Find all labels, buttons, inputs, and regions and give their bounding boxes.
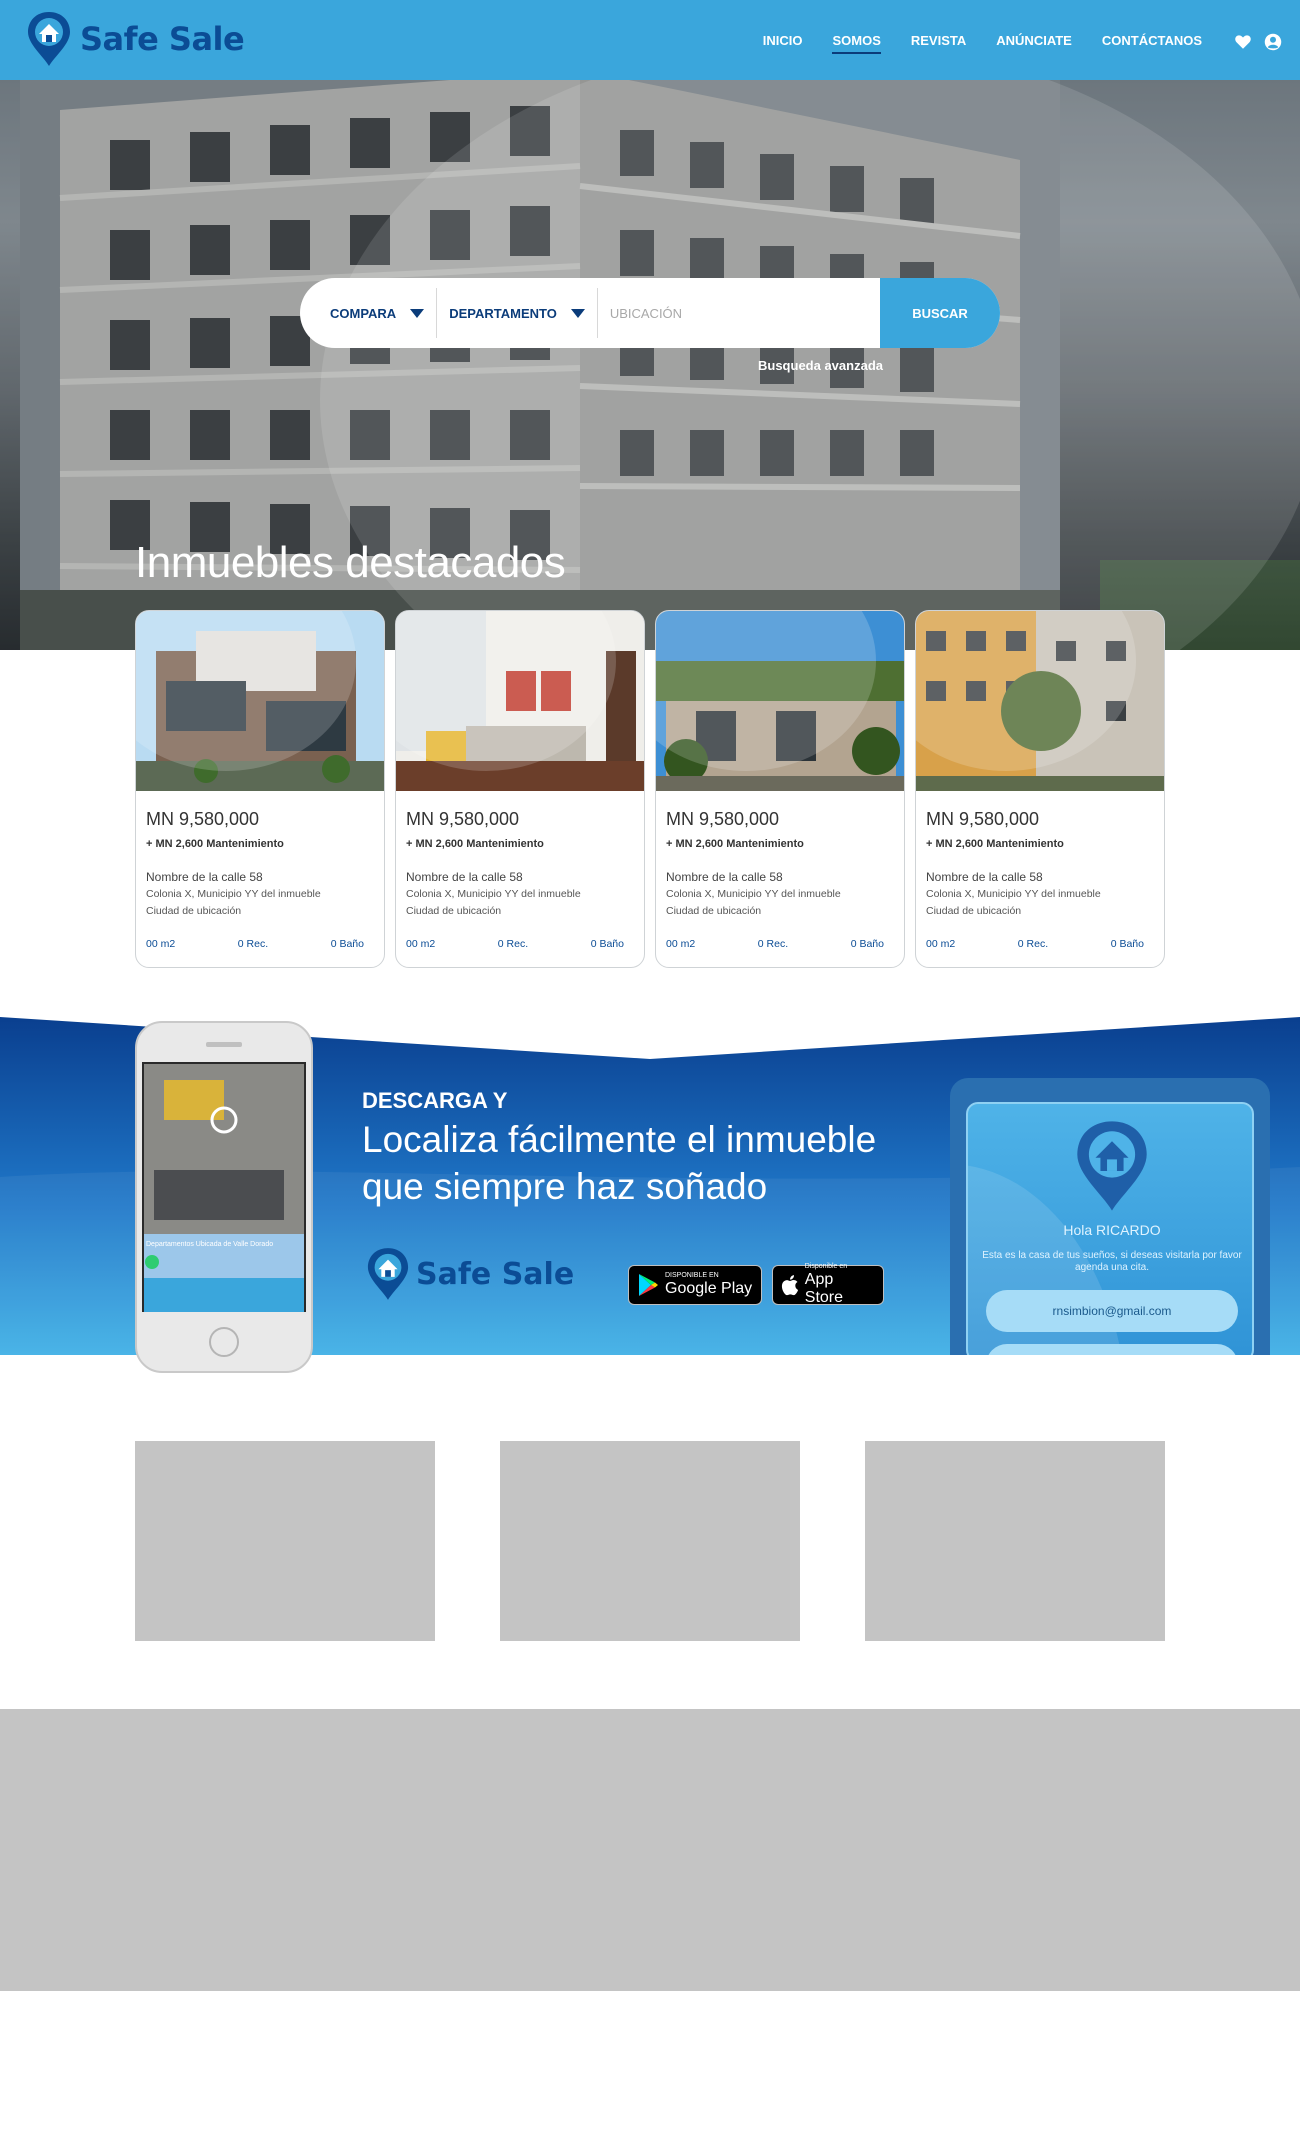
property-area: 00 m2 bbox=[666, 938, 696, 950]
property-baths: 0 Baño bbox=[850, 938, 884, 950]
phone-mockup: Departamentos Ubicada de Valle Dorado bbox=[135, 1021, 313, 1373]
content-placeholder bbox=[135, 1441, 435, 1641]
chevron-down-icon bbox=[570, 308, 585, 318]
content-placeholder bbox=[865, 1441, 1165, 1641]
property-photo bbox=[396, 611, 644, 791]
tablet-greeting: Hola RICARDO bbox=[1063, 1222, 1161, 1238]
brand-name: Safe Sale bbox=[80, 20, 245, 58]
property-area: 00 m2 bbox=[406, 938, 436, 950]
property-baths: 0 Baño bbox=[590, 938, 624, 950]
user-icon[interactable] bbox=[1264, 33, 1282, 51]
advanced-search-link[interactable]: Busqueda avanzada bbox=[758, 358, 883, 373]
search-button[interactable]: BUSCAR bbox=[880, 278, 1000, 348]
property-photo bbox=[656, 611, 904, 791]
tablet-second-field[interactable] bbox=[986, 1344, 1238, 1355]
nav-item-contactanos[interactable]: CONTÁCTANOS bbox=[1102, 33, 1202, 54]
property-card[interactable]: MN 9,580,000 + MN 2,600 Mantenimiento No… bbox=[915, 610, 1165, 968]
apple-icon bbox=[781, 1275, 799, 1296]
app-logo-text: Safe Sale bbox=[416, 1256, 575, 1292]
property-price: MN 9,580,000 bbox=[406, 809, 520, 829]
property-price: MN 9,580,000 bbox=[666, 809, 780, 829]
nav-item-anunciate[interactable]: ANÚNCIATE bbox=[996, 33, 1072, 54]
operation-select[interactable]: COMPARA bbox=[300, 288, 438, 338]
property-colonia: Colonia X, Municipio YY del inmueble bbox=[406, 888, 581, 900]
property-features: 00 m2 0 Rec. 0 Baño bbox=[666, 938, 894, 950]
property-street: Nombre de la calle 58 bbox=[926, 870, 1043, 884]
property-street: Nombre de la calle 58 bbox=[406, 870, 523, 884]
nav-item-inicio[interactable]: INICIO bbox=[763, 33, 803, 54]
property-city: Ciudad de ubicación bbox=[406, 905, 502, 917]
property-card[interactable]: MN 9,580,000 + MN 2,600 Mantenimiento No… bbox=[395, 610, 645, 968]
app-logo: Safe Sale bbox=[366, 1245, 574, 1303]
chevron-down-icon bbox=[410, 308, 425, 318]
property-maintenance: + MN 2,600 Mantenimiento bbox=[666, 838, 804, 850]
heart-icon[interactable] bbox=[1234, 33, 1252, 51]
google-play-small-label: DISPONIBLE EN bbox=[665, 1272, 719, 1279]
property-baths: 0 Baño bbox=[1110, 938, 1144, 950]
property-city: Ciudad de ubicación bbox=[926, 905, 1022, 917]
app-store-small-label: Disponible en bbox=[804, 1263, 848, 1270]
brand-logo[interactable]: Safe Sale bbox=[26, 10, 245, 68]
property-baths: 0 Baño bbox=[330, 938, 364, 950]
phone-caption: Departamentos Ubicada de Valle Dorado bbox=[146, 1241, 273, 1248]
property-rooms: 0 Rec. bbox=[757, 938, 789, 950]
location-pin-logo-icon bbox=[367, 1248, 409, 1300]
property-street: Nombre de la calle 58 bbox=[666, 870, 783, 884]
app-store-label: App Store bbox=[804, 1271, 844, 1306]
property-area: 00 m2 bbox=[926, 938, 956, 950]
property-price: MN 9,580,000 bbox=[926, 809, 1040, 829]
google-play-label: Google Play bbox=[665, 1280, 753, 1297]
content-placeholder bbox=[500, 1441, 800, 1641]
nav-item-somos[interactable]: SOMOS bbox=[832, 33, 881, 54]
property-price: MN 9,580,000 bbox=[146, 809, 260, 829]
nav-item-revista[interactable]: REVISTA bbox=[911, 33, 966, 54]
page: Safe Sale INICIO SOMOS REVISTA ANÚNCIATE… bbox=[0, 0, 1300, 2136]
property-city: Ciudad de ubicación bbox=[146, 905, 242, 917]
location-input[interactable] bbox=[597, 288, 880, 338]
property-rooms: 0 Rec. bbox=[1017, 938, 1049, 950]
main-nav: INICIO SOMOS REVISTA ANÚNCIATE CONTÁCTAN… bbox=[763, 33, 1202, 54]
property-maintenance: + MN 2,600 Mantenimiento bbox=[146, 838, 284, 850]
download-headline: Localiza fácilmente el inmueble que siem… bbox=[362, 1119, 877, 1207]
location-pin-logo-icon bbox=[28, 12, 70, 66]
header-icons bbox=[1234, 33, 1282, 51]
google-play-button[interactable]: DISPONIBLE EN Google Play bbox=[628, 1265, 762, 1305]
tablet-message: Esta es la casa de tus sueños, si deseas… bbox=[982, 1250, 1242, 1273]
search-bar: COMPARA DEPARTAMENTO BUSCAR bbox=[300, 278, 1000, 348]
property-rooms: 0 Rec. bbox=[497, 938, 529, 950]
property-area: 00 m2 bbox=[146, 938, 176, 950]
property-colonia: Colonia X, Municipio YY del inmueble bbox=[666, 888, 841, 900]
property-street: Nombre de la calle 58 bbox=[146, 870, 263, 884]
property-type-select-value: DEPARTAMENTO bbox=[449, 305, 557, 321]
location-pin-logo-icon bbox=[1077, 1121, 1147, 1211]
property-type-select[interactable]: DEPARTAMENTO bbox=[437, 288, 598, 338]
property-colonia: Colonia X, Municipio YY del inmueble bbox=[146, 888, 321, 900]
property-features: 00 m2 0 Rec. 0 Baño bbox=[406, 938, 634, 950]
property-features: 00 m2 0 Rec. 0 Baño bbox=[926, 938, 1154, 950]
property-maintenance: + MN 2,600 Mantenimiento bbox=[406, 838, 544, 850]
site-header: Safe Sale INICIO SOMOS REVISTA ANÚNCIATE… bbox=[0, 0, 1300, 80]
tablet-screen: Hola RICARDO Esta es la casa de tus sueñ… bbox=[966, 1102, 1254, 1355]
property-features: 00 m2 0 Rec. 0 Baño bbox=[146, 938, 374, 950]
property-city: Ciudad de ubicación bbox=[666, 905, 762, 917]
property-maintenance: + MN 2,600 Mantenimiento bbox=[926, 838, 1064, 850]
google-play-icon bbox=[639, 1274, 658, 1296]
featured-title: Inmuebles destacados bbox=[135, 538, 566, 587]
property-card[interactable]: MN 9,580,000 + MN 2,600 Mantenimiento No… bbox=[135, 610, 385, 968]
app-store-button[interactable]: Disponible en App Store bbox=[772, 1263, 884, 1306]
operation-select-value: COMPARA bbox=[330, 305, 397, 321]
tablet-mockup: Hola RICARDO Esta es la casa de tus sueñ… bbox=[950, 1078, 1270, 1355]
download-kicker: DESCARGA Y bbox=[362, 1088, 508, 1113]
tablet-email-field[interactable]: rnsimbion@gmail.com bbox=[986, 1290, 1238, 1332]
property-card[interactable]: MN 9,580,000 + MN 2,600 Mantenimiento No… bbox=[655, 610, 905, 968]
featured-cards: MN 9,580,000 + MN 2,600 Mantenimiento No… bbox=[135, 610, 1165, 968]
property-photo bbox=[916, 611, 1164, 791]
property-photo bbox=[136, 611, 384, 791]
property-colonia: Colonia X, Municipio YY del inmueble bbox=[926, 888, 1101, 900]
footer-placeholder bbox=[0, 1709, 1300, 1991]
property-rooms: 0 Rec. bbox=[237, 938, 269, 950]
